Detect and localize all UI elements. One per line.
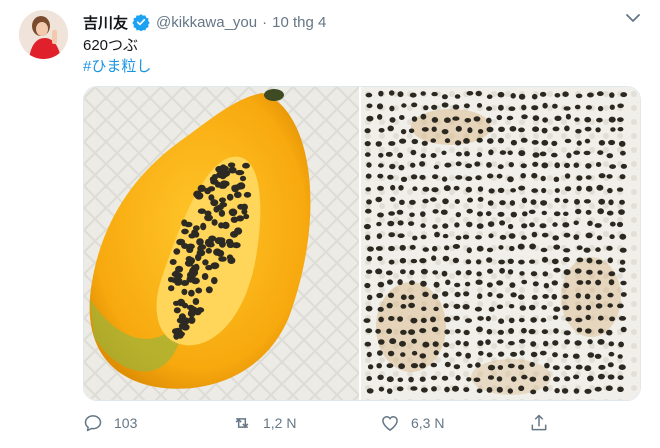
avatar[interactable] bbox=[19, 10, 68, 59]
like-count: 6,3 N bbox=[411, 415, 445, 431]
reply-count: 103 bbox=[114, 415, 138, 431]
tweet-text: 620つぶ #ひま粒し bbox=[83, 35, 151, 77]
retweet-icon bbox=[232, 413, 252, 433]
retweet-button[interactable]: 1,2 N bbox=[232, 410, 296, 436]
tweet-body: 620つぶ bbox=[83, 37, 139, 54]
chevron-down-icon[interactable] bbox=[623, 11, 643, 27]
retweet-count: 1,2 N bbox=[263, 415, 297, 431]
tweet-date[interactable]: 10 thg 4 bbox=[272, 14, 326, 31]
separator-dot: · bbox=[262, 13, 268, 31]
share-button[interactable] bbox=[529, 410, 560, 436]
photo-papaya-seeds[interactable] bbox=[361, 87, 640, 400]
tweet-actions: 103 1,2 N 6,3 N bbox=[83, 410, 563, 436]
tweet-header: 吉川友 @kikkawa_you · 10 thg 4 bbox=[83, 11, 326, 33]
like-button[interactable]: 6,3 N bbox=[380, 410, 444, 436]
verified-badge-icon bbox=[132, 13, 150, 31]
reply-button[interactable]: 103 bbox=[83, 410, 137, 436]
display-name[interactable]: 吉川友 bbox=[83, 12, 128, 33]
hashtag-link[interactable]: #ひま粒し bbox=[83, 56, 151, 77]
photo-papaya-half[interactable] bbox=[84, 87, 359, 400]
like-icon bbox=[380, 413, 400, 433]
media-grid bbox=[83, 86, 641, 401]
share-icon bbox=[529, 413, 549, 433]
handle[interactable]: @kikkawa_you bbox=[156, 14, 257, 31]
reply-icon bbox=[83, 413, 103, 433]
